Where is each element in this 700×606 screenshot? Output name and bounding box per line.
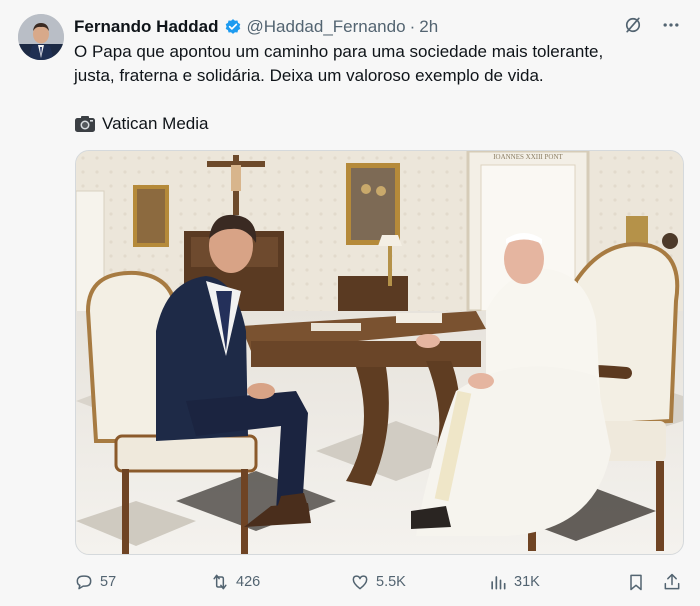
like-icon xyxy=(352,575,368,590)
author-handle[interactable]: @Haddad_Fernando xyxy=(247,17,406,37)
share-icon xyxy=(664,573,680,590)
post-actions: 57 426 5.5K 31K xyxy=(74,570,684,594)
views-count: 31K xyxy=(514,574,540,590)
photo-credit: Vatican Media xyxy=(74,112,208,136)
repost-count: 426 xyxy=(236,574,261,590)
reply-button[interactable]: 57 xyxy=(74,570,116,594)
views-button[interactable]: 31K xyxy=(488,570,540,594)
post-photo[interactable]: IOANNES XXIII PONT xyxy=(75,150,684,555)
like-button[interactable]: 5.5K xyxy=(350,570,406,594)
reply-icon xyxy=(76,575,92,590)
photo-illustration: IOANNES XXIII PONT xyxy=(76,151,683,554)
post-header: Fernando Haddad @Haddad_Fernando · 2h xyxy=(74,15,438,39)
doorway-inscription: IOANNES XXIII PONT xyxy=(493,153,563,161)
grok-icon[interactable] xyxy=(622,14,644,36)
post-text-line: O Papa que apontou um caminho para uma s… xyxy=(74,42,604,61)
like-count: 5.5K xyxy=(376,574,406,590)
repost-icon xyxy=(213,574,227,590)
credit-text: Vatican Media xyxy=(102,114,209,133)
reply-count: 57 xyxy=(100,574,117,590)
bookmark-icon xyxy=(630,574,642,591)
camera-icon xyxy=(74,115,96,133)
author-name[interactable]: Fernando Haddad xyxy=(74,17,219,37)
separator-dot: · xyxy=(409,17,416,36)
avatar[interactable] xyxy=(18,14,64,60)
bookmark-button[interactable] xyxy=(626,570,646,594)
share-button[interactable] xyxy=(662,570,682,594)
verified-badge-icon xyxy=(224,18,242,36)
more-icon[interactable] xyxy=(660,14,682,36)
post-top-actions xyxy=(622,14,682,36)
post-time[interactable]: 2h xyxy=(419,17,438,37)
repost-button[interactable]: 426 xyxy=(210,570,260,594)
post-text: O Papa que apontou um caminho para uma s… xyxy=(74,40,674,88)
post-text-line: justa, fraterna e solidária. Deixa um va… xyxy=(74,66,544,85)
views-icon xyxy=(491,576,506,590)
